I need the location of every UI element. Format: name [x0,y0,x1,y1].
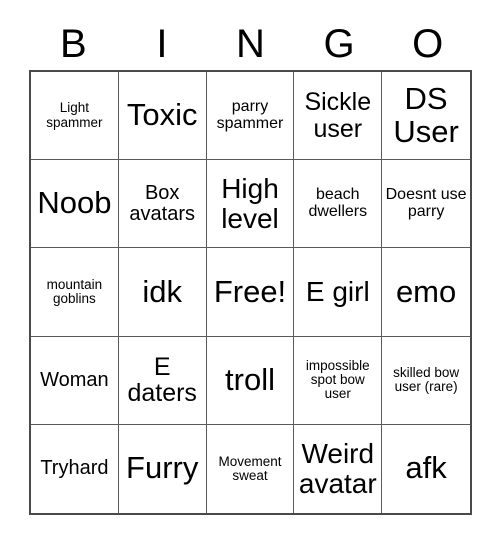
bingo-cell-r4c3[interactable]: troll [206,336,295,425]
bingo-cell-r3c1[interactable]: mountain goblins [31,248,119,337]
bingo-cell-r5c2[interactable]: Furry [118,424,207,513]
bingo-header-letter-n: N [236,22,265,66]
bingo-cell-label: E girl [305,276,370,308]
bingo-cell-label: Movement sweat [218,453,282,483]
bingo-cell-r2c4[interactable]: beach dwellers [294,160,383,249]
bingo-cell-label: Light spammer [46,100,103,130]
bingo-cell-r5c4[interactable]: Weird avatar [294,424,383,513]
bingo-cell-r1c4[interactable]: Sickle user [294,72,383,161]
bingo-cell-r2c3[interactable]: High level [206,160,295,249]
bingo-cell-label: parry spammer [216,97,284,132]
bingo-cell-r5c5[interactable]: afk [382,424,470,513]
bingo-cell-r2c2[interactable]: Box avatars [118,160,207,249]
bingo-cell-r3c5[interactable]: emo [382,248,470,337]
bingo-cell-r2c5[interactable]: Doesnt use parry [382,160,470,249]
bingo-cell-r4c4[interactable]: impossible spot bow user [294,336,383,425]
bingo-cell-label: DS User [393,80,459,149]
bingo-cell-r1c1[interactable]: Light spammer [31,72,119,161]
bingo-cell-r4c2[interactable]: E daters [118,336,207,425]
bingo-cell-label: troll [225,361,275,397]
bingo-cell-label: Toxic [126,97,198,133]
bingo-header-letter-g: G [323,22,355,66]
bingo-cell-label: skilled bow user (rare) [393,364,460,395]
bingo-cell-label: E daters [127,352,197,408]
bingo-cell-free-space[interactable]: Free! [206,248,295,337]
bingo-cell-r4c5[interactable]: skilled bow user (rare) [382,336,470,425]
bingo-cell-label: mountain goblins [46,276,103,306]
bingo-cell-r5c1[interactable]: Tryhard [31,424,119,513]
bingo-cell-label: Sickle user [304,88,372,143]
bingo-cell-r1c5[interactable]: DS User [382,72,470,161]
bingo-cell-label: idk [142,273,183,309]
bingo-cell-label: Doesnt use parry [385,185,467,220]
bingo-cell-label: Free! [213,273,287,309]
bingo-cell-label: Tryhard [40,457,109,480]
bingo-cell-label: High level [221,173,279,234]
bingo-cell-label: Box avatars [129,181,195,225]
bingo-cell-r5c3[interactable]: Movement sweat [206,424,295,513]
bingo-cell-label: impossible spot bow user [305,357,370,402]
bingo-header-letter-i: I [156,22,168,66]
bingo-header-row: B I N G O [29,18,472,70]
bingo-cell-label: Noob [37,185,112,221]
bingo-cell-label: afk [405,450,447,486]
bingo-cell-r3c4[interactable]: E girl [294,248,383,337]
bingo-cell-label: Woman [40,368,109,391]
bingo-cell-r3c2[interactable]: idk [118,248,207,337]
bingo-cell-r4c1[interactable]: Woman [31,336,119,425]
bingo-grid: Light spammer Toxic parry spammer Sickle… [29,70,472,515]
bingo-cell-label: beach dwellers [308,185,368,220]
bingo-cell-r1c3[interactable]: parry spammer [206,72,295,161]
bingo-cell-label: Furry [126,450,199,486]
bingo-cell-label: emo [395,273,457,309]
bingo-cell-r2c1[interactable]: Noob [31,160,119,249]
bingo-cell-label: Weird avatar [298,438,377,499]
bingo-cell-r1c2[interactable]: Toxic [118,72,207,161]
bingo-header-letter-o: O [412,22,444,66]
bingo-header-letter-b: B [59,22,87,66]
bingo-card: B I N G O Light spammer Toxic parry spam… [0,0,500,544]
